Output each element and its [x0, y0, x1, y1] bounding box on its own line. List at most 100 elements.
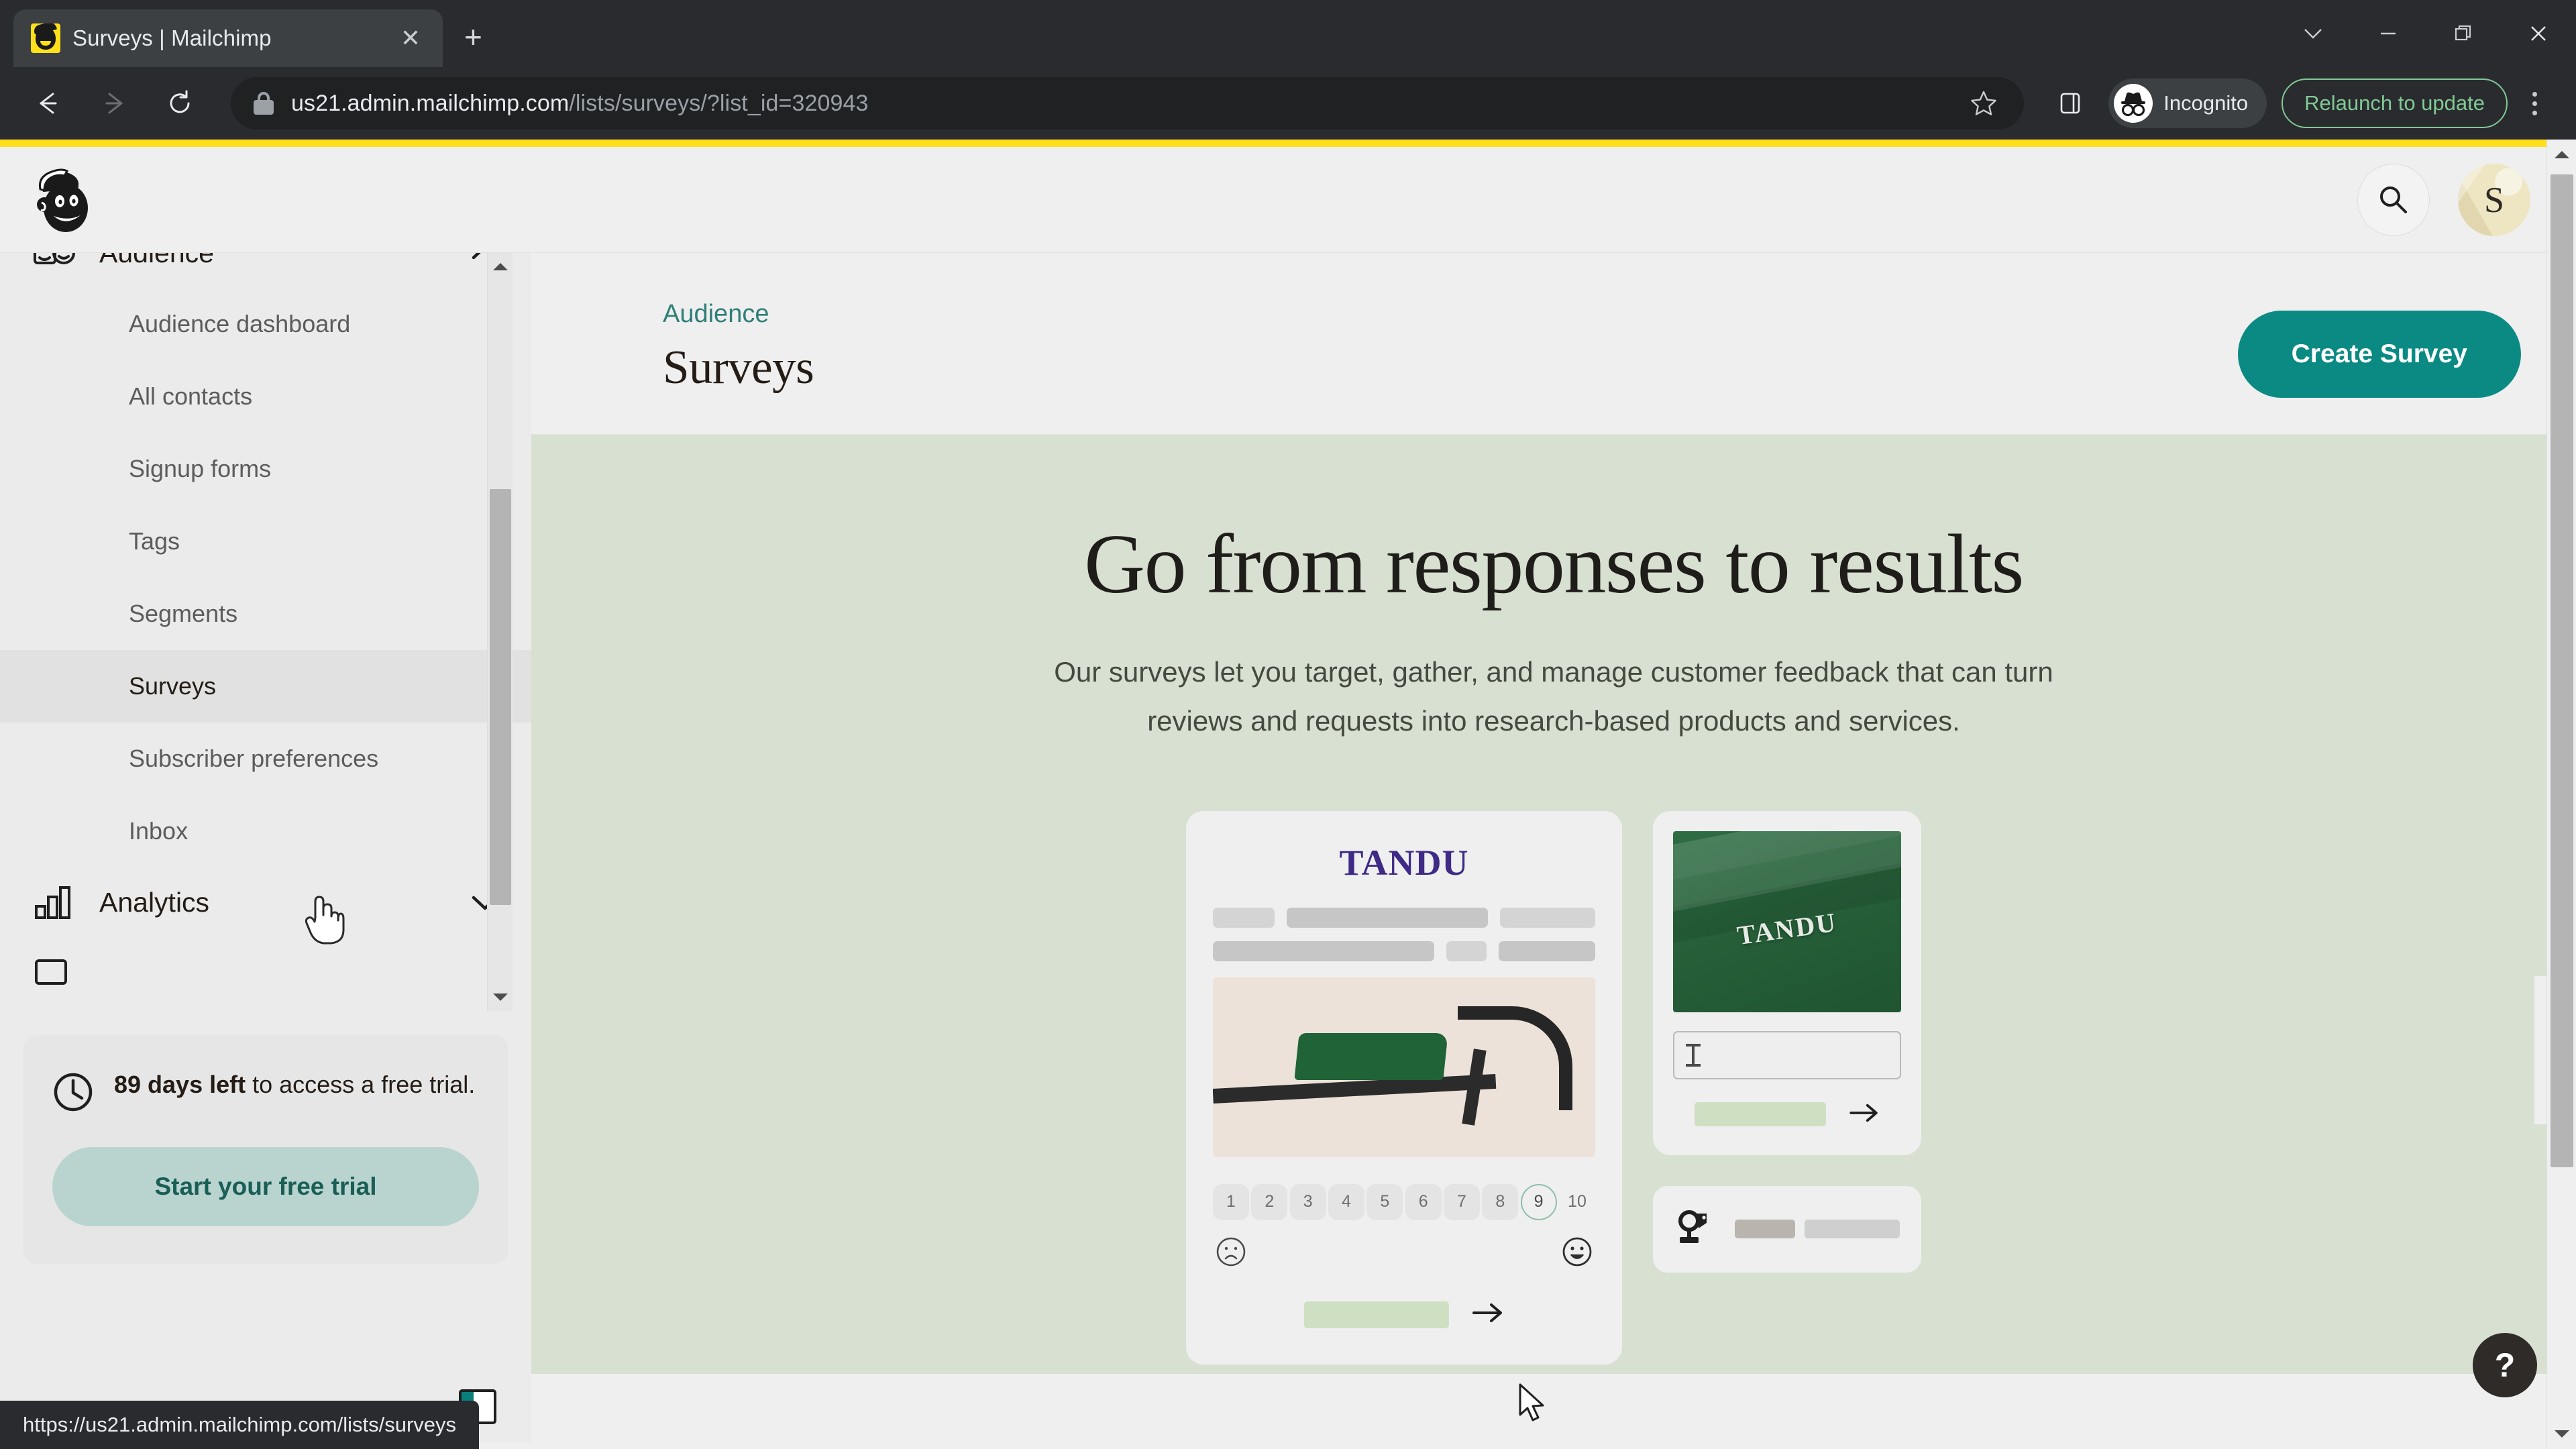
sidebar: Audience Audience dashboard All contacts… [0, 253, 531, 1442]
frowning-face-icon [1216, 1236, 1246, 1271]
avatar[interactable]: S [2458, 163, 2530, 236]
submit-button-placeholder[interactable] [1304, 1301, 1449, 1328]
rating-option[interactable]: 2 [1251, 1183, 1288, 1220]
audience-icon [32, 253, 76, 268]
rating-scale[interactable]: 1 2 3 4 5 6 7 8 9 10 [1213, 1183, 1595, 1220]
star-icon[interactable] [1962, 89, 2005, 118]
incognito-label: Incognito [2163, 91, 2249, 115]
help-button[interactable]: ? [2473, 1333, 2537, 1397]
trial-days-left: 89 days left [114, 1071, 246, 1098]
submit-button-placeholder[interactable] [1695, 1102, 1826, 1127]
chevron-down-icon[interactable] [2275, 0, 2351, 67]
sidebar-item-subscriber-preferences[interactable]: Subscriber preferences [0, 722, 531, 795]
sidebar-item-surveys[interactable]: Surveys [0, 650, 531, 722]
create-survey-button[interactable]: Create Survey [2237, 311, 2521, 398]
bar-chart-icon [32, 885, 76, 920]
url-path: /lists/surveys/?list_id=320943 [569, 90, 869, 116]
survey-preview-card-tag [1653, 1185, 1921, 1273]
content-icon [32, 957, 76, 987]
sidebar-scroll-thumb[interactable] [490, 489, 511, 905]
rating-option[interactable]: 6 [1405, 1183, 1442, 1220]
skeleton-row [1213, 907, 1595, 928]
address-bar[interactable]: us21.admin.mailchimp.com/lists/surveys/?… [231, 77, 2025, 129]
scroll-down-arrow[interactable] [488, 983, 513, 1011]
bicycle-bag-photo [1213, 977, 1595, 1157]
tab-strip: Surveys | Mailchimp ✕ + [0, 0, 2576, 67]
sidebar-item-signup-forms[interactable]: Signup forms [0, 433, 531, 505]
start-free-trial-button[interactable]: Start your free trial [52, 1147, 479, 1226]
mouse-cursor-arrow [1517, 1383, 1548, 1428]
window-controls [2275, 0, 2576, 67]
preview-submit-row [1673, 1102, 1901, 1127]
green-fabric-photo: TANDU [1673, 830, 1901, 1012]
main-content: Audience Surveys Create Survey Go from r… [531, 253, 2576, 1442]
reload-icon[interactable] [154, 78, 205, 129]
skeleton-row [1213, 941, 1595, 961]
rating-option-selected[interactable]: 9 [1520, 1183, 1557, 1220]
sidebar-item-tags[interactable]: Tags [0, 505, 531, 578]
sidebar-group-label-analytics: Analytics [99, 886, 210, 918]
search-icon[interactable] [2357, 163, 2430, 236]
relaunch-to-update-button[interactable]: Relaunch to update [2282, 78, 2508, 128]
rating-option[interactable]: 1 [1213, 1183, 1249, 1220]
tab-title: Surveys | Mailchimp [72, 25, 272, 50]
sidebar-group-audience[interactable]: Audience [0, 253, 531, 288]
mailchimp-logo-icon[interactable] [28, 162, 103, 237]
arrow-right-icon[interactable] [1849, 1102, 1880, 1127]
sidebar-item-inbox[interactable]: Inbox [0, 795, 531, 867]
survey-preview-right-column: TANDU [1653, 810, 1921, 1273]
sidebar-item-audience-dashboard[interactable]: Audience dashboard [0, 288, 531, 360]
preview-brand-wordmark: TANDU [1339, 842, 1469, 883]
page-title: Surveys [663, 341, 814, 394]
minimize-icon[interactable] [2351, 0, 2426, 67]
sidebar-item-all-contacts[interactable]: All contacts [0, 360, 531, 433]
arrow-right-icon[interactable] [89, 78, 140, 129]
close-icon[interactable] [2501, 0, 2576, 67]
close-icon[interactable]: ✕ [396, 26, 425, 50]
web-page: S Audience dashboard All contacts Signup… [0, 140, 2576, 1449]
arrow-left-icon[interactable] [23, 78, 74, 129]
page-scrollbar[interactable] [2546, 140, 2576, 1449]
smiling-face-icon [1562, 1236, 1593, 1271]
mailchimp-freddie-icon [31, 23, 60, 53]
incognito-indicator[interactable]: Incognito [2108, 78, 2267, 128]
survey-preview-illustration: TANDU 1 2 3 4 5 6 7 8 9 10 TANDU [531, 810, 2576, 1364]
breadcrumb[interactable]: Audience [663, 300, 814, 329]
scroll-up-arrow[interactable] [488, 253, 513, 281]
trial-section: 89 days left to access a free trial. Sta… [0, 1011, 531, 1264]
rating-option[interactable]: 10 [1559, 1184, 1595, 1220]
brand-accent-bar [0, 140, 2576, 147]
skeleton-bar [1735, 1220, 1795, 1239]
restore-icon[interactable] [2426, 0, 2501, 67]
scroll-down-arrow[interactable] [2547, 1418, 2576, 1449]
avatar-initial: S [2483, 179, 2505, 220]
fabric-wordmark: TANDU [1735, 907, 1839, 951]
sidebar-scrollbar[interactable] [487, 253, 513, 1011]
new-tab-button[interactable]: + [464, 21, 482, 52]
browser-tab[interactable]: Surveys | Mailchimp ✕ [13, 9, 443, 67]
incognito-icon [2114, 84, 2153, 123]
url-host: us21.admin.mailchimp.com [291, 90, 570, 116]
page-scroll-thumb[interactable] [2551, 174, 2573, 1167]
rating-option[interactable]: 5 [1366, 1183, 1403, 1220]
scroll-up-arrow[interactable] [2547, 140, 2576, 170]
sidebar-item-segments[interactable]: Segments [0, 578, 531, 650]
sidebar-group-analytics[interactable]: Analytics [0, 867, 531, 937]
rating-option[interactable]: 3 [1289, 1183, 1326, 1220]
preview-text-input[interactable] [1673, 1030, 1901, 1079]
rating-option[interactable]: 7 [1443, 1183, 1480, 1220]
sidebar-group-partial[interactable] [0, 937, 531, 1007]
preview-submit-row [1213, 1301, 1595, 1328]
lock-icon [254, 92, 274, 115]
side-panel-icon[interactable] [2045, 78, 2095, 128]
kebab-menu-icon[interactable] [2510, 78, 2559, 128]
arrow-right-icon[interactable] [1472, 1301, 1504, 1328]
survey-preview-card-right: TANDU [1653, 810, 1921, 1155]
skeleton-bar [1805, 1220, 1900, 1239]
rating-option[interactable]: 8 [1482, 1183, 1519, 1220]
survey-preview-card-left: TANDU 1 2 3 4 5 6 7 8 9 10 [1186, 810, 1622, 1364]
text-cursor-icon [1686, 1043, 1701, 1067]
clock-icon [52, 1071, 94, 1116]
rating-option[interactable]: 4 [1328, 1183, 1364, 1220]
trial-message-rest: to access a free trial. [246, 1071, 476, 1098]
